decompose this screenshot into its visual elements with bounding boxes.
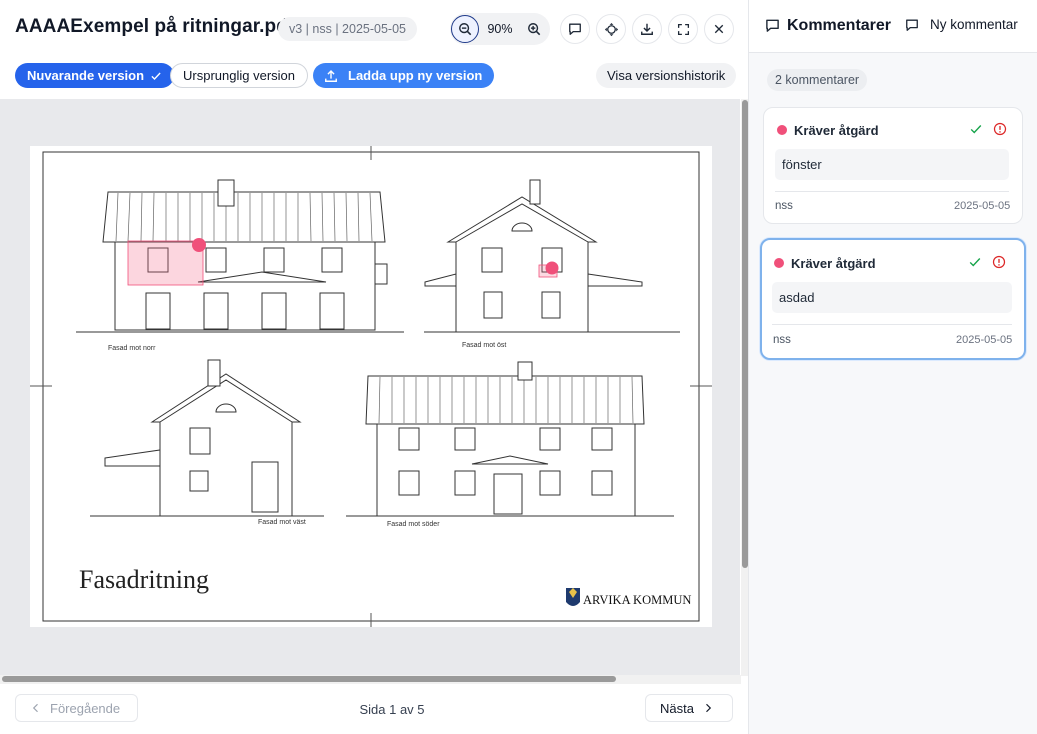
zoom-out-icon <box>459 23 472 36</box>
pdf-canvas[interactable]: Fasad mot norr Fasad mot öst Fasad mot v… <box>0 99 740 675</box>
current-version-label: Nuvarande version <box>27 68 145 83</box>
zoom-in-icon <box>528 23 541 36</box>
status-dot <box>774 258 784 268</box>
municipality-name: ARVIKA KOMMUN <box>583 593 691 607</box>
comment-status: Kräver åtgärd <box>794 123 879 138</box>
comments-header: Kommentarer Ny kommentar <box>749 0 1037 53</box>
download-button[interactable] <box>632 14 662 44</box>
vertical-scrollbar[interactable] <box>741 99 748 676</box>
comment-mode-button[interactable] <box>560 14 590 44</box>
comment-highlight-1[interactable] <box>127 240 204 286</box>
comments-panel: Kommentarer Ny kommentar 2 kommentarer K… <box>748 0 1037 734</box>
chevron-right-icon <box>706 703 712 713</box>
comment-marker-2[interactable] <box>545 261 559 275</box>
horizontal-scrollbar[interactable] <box>0 675 741 684</box>
page-indicator: Sida 1 av 5 <box>359 702 425 717</box>
version-history-button[interactable]: Visa versionshistorik <box>596 63 737 88</box>
comment-date: 2025-05-05 <box>956 334 1013 346</box>
comment-author: nss <box>775 200 793 212</box>
download-icon <box>641 23 653 35</box>
comment-date: 2025-05-05 <box>954 200 1011 212</box>
comment-add-icon <box>906 19 918 31</box>
pdf-page: Fasad mot norr Fasad mot öst Fasad mot v… <box>30 146 712 627</box>
check-icon <box>151 72 161 80</box>
upload-version-label: Ladda upp ny version <box>348 68 483 83</box>
comment-count-badge: 2 kommentarer <box>767 69 868 91</box>
fullscreen-button[interactable] <box>668 14 698 44</box>
comment-icon <box>766 19 779 32</box>
pan-mode-button[interactable] <box>596 14 626 44</box>
previous-page-label: Föregående <box>50 700 121 716</box>
comment-card[interactable]: Kräver åtgärd fönster nss 2025-05-05 <box>763 107 1023 224</box>
comment-card-selected[interactable]: Kräver åtgärd asdad nss 2025-05-05 <box>760 238 1026 360</box>
comment-status: Kräver åtgärd <box>791 256 876 271</box>
facade-drawing: Fasad mot norr Fasad mot öst Fasad mot v… <box>30 146 712 627</box>
zoom-in-button[interactable] <box>520 15 548 43</box>
upload-version-button[interactable]: Ladda upp ny version <box>313 63 495 88</box>
status-dot <box>777 125 787 135</box>
move-icon <box>604 22 618 36</box>
original-version-button[interactable]: Ursprunglig version <box>170 63 308 88</box>
document-viewer-panel: AAAAExempel på ritningar.pdf v3 | nss | … <box>0 0 748 734</box>
label-east: Fasad mot öst <box>462 342 506 349</box>
resolve-check-icon[interactable] <box>969 122 983 136</box>
current-version-button[interactable]: Nuvarande version <box>15 63 175 88</box>
upload-icon <box>325 69 337 82</box>
zoom-level: 90% <box>487 22 513 36</box>
version-meta-badge: v3 | nss | 2025-05-05 <box>278 17 417 41</box>
card-divider <box>775 191 1009 192</box>
alert-icon[interactable] <box>992 255 1006 269</box>
next-page-label: Nästa <box>660 700 694 716</box>
comments-title: Kommentarer <box>787 17 892 34</box>
alert-icon[interactable] <box>993 122 1007 136</box>
resolve-check-icon[interactable] <box>968 255 982 269</box>
comment-icon <box>569 23 581 35</box>
zoom-out-button[interactable] <box>451 15 479 43</box>
new-comment-button[interactable]: Ny kommentar <box>904 14 1029 38</box>
fullscreen-icon <box>677 23 689 35</box>
version-history-label: Visa versionshistorik <box>607 68 726 83</box>
sheet-title: Fasadritning <box>79 565 209 594</box>
label-north: Fasad mot norr <box>108 345 156 352</box>
label-south: Fasad mot söder <box>387 521 440 528</box>
horizontal-scroll-thumb[interactable] <box>2 676 616 682</box>
comment-marker-1[interactable] <box>192 238 206 252</box>
document-title: AAAAExempel på ritningar.pdf <box>15 16 295 37</box>
close-button[interactable] <box>704 14 734 44</box>
original-version-label: Ursprunglig version <box>183 68 295 83</box>
next-page-button[interactable]: Nästa <box>645 694 733 722</box>
card-divider <box>772 324 1012 325</box>
new-comment-label: Ny kommentar <box>930 17 1018 32</box>
comment-text: asdad <box>772 282 1012 313</box>
chevron-left-icon <box>32 703 38 713</box>
comment-text: fönster <box>775 149 1009 180</box>
zoom-control: 90% <box>450 13 550 45</box>
previous-page-button[interactable]: Föregående <box>15 694 138 722</box>
arvika-logo <box>566 588 580 606</box>
comment-author: nss <box>773 334 791 346</box>
close-icon <box>714 24 724 34</box>
label-west: Fasad mot väst <box>258 519 306 526</box>
